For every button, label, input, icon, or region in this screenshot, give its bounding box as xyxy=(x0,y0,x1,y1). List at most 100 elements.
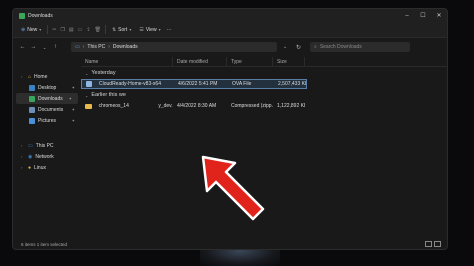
rename-icon[interactable]: ▭ xyxy=(78,27,83,33)
status-text: 6 items 1 item selected xyxy=(21,241,68,247)
column-header-name[interactable]: Name xyxy=(81,56,173,67)
maximize-icon[interactable]: ☐ xyxy=(415,9,431,22)
table-row[interactable]: chromeos_1415 y_dev... 4/4/2022 8:30 AM … xyxy=(81,101,447,111)
pin-icon: ✦ xyxy=(71,107,75,112)
search-icon: ⌕ xyxy=(314,44,317,50)
view-icon: ☰ xyxy=(139,26,144,33)
paste-icon[interactable]: ▤ xyxy=(69,27,74,33)
group-header-yesterday[interactable]: ⌄ Yesterday xyxy=(81,67,447,79)
close-icon[interactable]: ✕ xyxy=(431,9,447,22)
content-area: › ⌂ Home Desktop ✦ Downloads ✦ Documents… xyxy=(13,56,447,239)
sidebar-item-label: Network xyxy=(35,153,54,160)
sidebar-item-label: Linux xyxy=(34,164,46,171)
chevron-down-icon: ▾ xyxy=(129,27,132,32)
column-header-size[interactable]: Size xyxy=(273,56,305,67)
forward-icon[interactable]: → xyxy=(30,44,37,50)
file-name-cell: CloudReady-Home-v83-x64 xyxy=(82,81,174,87)
view-toggle xyxy=(425,241,441,247)
breadcrumb-chevron-icon: › xyxy=(82,44,85,50)
sidebar-item-label: Home xyxy=(34,73,48,80)
chevron-right-icon: › xyxy=(21,154,23,159)
sidebar-item-documents[interactable]: Documents ✦ xyxy=(13,104,81,115)
new-button[interactable]: ⊕ New ▾ xyxy=(19,27,43,33)
sidebar-item-linux[interactable]: › ● Linux xyxy=(13,162,81,173)
sidebar-item-network[interactable]: › ◉ Network xyxy=(13,151,81,162)
pictures-icon xyxy=(29,117,35,124)
view-button[interactable]: ☰ View ▾ xyxy=(137,27,162,33)
sidebar-item-pictures[interactable]: Pictures ✦ xyxy=(13,115,81,126)
linux-icon: ● xyxy=(28,164,32,171)
address-bar[interactable]: ▭ › This PC › Downloads xyxy=(71,42,277,52)
view-label: View xyxy=(145,26,157,33)
file-name-cell: chromeos_1415 y_dev... xyxy=(81,103,173,109)
group-label: Yesterday xyxy=(91,70,116,76)
breadcrumb-downloads[interactable]: Downloads xyxy=(113,44,138,50)
address-dropdown-icon[interactable]: ⌄ xyxy=(283,42,291,52)
column-headers: Name Date modified Type Size xyxy=(81,56,447,67)
chevron-right-icon: › xyxy=(21,143,23,148)
details-view-icon[interactable] xyxy=(425,241,432,247)
sidebar-item-label: Documents xyxy=(38,106,64,113)
chevron-down-icon: ⌄ xyxy=(85,70,89,76)
sort-label: Sort xyxy=(118,26,128,33)
file-type: Compressed (zipp... xyxy=(231,103,273,109)
navigation-pane: › ⌂ Home Desktop ✦ Downloads ✦ Documents… xyxy=(13,57,81,239)
sidebar-item-this-pc[interactable]: › ▭ This PC xyxy=(13,140,81,151)
chevron-down-icon: ▾ xyxy=(158,27,161,32)
delete-icon[interactable]: 🗑 xyxy=(95,27,101,33)
file-name: chromeos_1415 xyxy=(98,103,130,109)
file-explorer-window: Downloads – ☐ ✕ ⊕ New ▾ ✂ ❐ ▤ ▭ ⇪ 🗑 ⇅ So… xyxy=(12,8,448,250)
sidebar-item-label: Downloads xyxy=(38,95,63,102)
this-pc-icon: ▭ xyxy=(28,142,33,149)
pin-icon: ✦ xyxy=(68,96,72,101)
plus-icon: ⊕ xyxy=(21,26,26,33)
pin-icon: ✦ xyxy=(71,118,75,123)
column-header-date[interactable]: Date modified xyxy=(173,56,227,67)
network-icon: ◉ xyxy=(28,153,33,160)
command-bar: ⊕ New ▾ ✂ ❐ ▤ ▭ ⇪ 🗑 ⇅ Sort ▾ ☰ View ▾ ··… xyxy=(13,22,447,38)
sidebar-item-downloads[interactable]: Downloads ✦ xyxy=(16,93,78,104)
search-input[interactable]: ⌕ Search Downloads xyxy=(310,42,410,52)
refresh-icon[interactable]: ↻ xyxy=(295,44,302,51)
up-icon[interactable]: ↑ xyxy=(52,44,59,50)
file-size: 1,122,892 KB xyxy=(277,103,305,109)
file-list: Name Date modified Type Size ⌄ Yesterday… xyxy=(81,56,447,239)
group-label: Earlier this we xyxy=(91,92,126,98)
home-icon: ⌂ xyxy=(28,73,32,80)
group-header-earlier[interactable]: ⌄ Earlier this we xyxy=(81,89,447,101)
back-icon[interactable]: ← xyxy=(19,44,26,50)
status-bar: 6 items 1 item selected xyxy=(13,239,447,249)
sort-button[interactable]: ⇅ Sort ▾ xyxy=(110,27,133,33)
sidebar-item-home[interactable]: › ⌂ Home xyxy=(13,71,81,82)
search-placeholder: Search Downloads xyxy=(319,44,362,50)
file-date: 4/4/2022 8:30 AM xyxy=(177,103,217,109)
table-row[interactable]: CloudReady-Home-v83-x64 4/6/2022 5:41 PM… xyxy=(81,79,307,89)
column-header-type[interactable]: Type xyxy=(227,56,273,67)
ova-file-icon xyxy=(86,81,92,87)
title-bar: Downloads – ☐ ✕ xyxy=(13,9,447,22)
tab-downloads[interactable]: Downloads xyxy=(19,12,53,19)
copy-icon[interactable]: ❐ xyxy=(60,27,64,33)
breadcrumb-this-pc[interactable]: This PC xyxy=(87,44,105,50)
red-arrow-annotation xyxy=(201,155,265,221)
tab-title: Downloads xyxy=(28,12,53,19)
chevron-down-icon: ⌄ xyxy=(85,92,89,98)
new-label: New xyxy=(27,26,38,33)
minimize-icon[interactable]: – xyxy=(399,9,415,22)
file-name: CloudReady-Home-v83-x64 xyxy=(99,81,161,87)
file-name-tail: y_dev... xyxy=(158,103,173,109)
chevron-right-icon: › xyxy=(21,74,23,79)
downloads-icon xyxy=(19,12,25,19)
sidebar-item-label: This PC xyxy=(35,142,54,149)
more-options-button[interactable]: ··· xyxy=(167,27,172,33)
file-date: 4/6/2022 5:41 PM xyxy=(178,81,218,87)
tiles-view-icon[interactable] xyxy=(434,241,441,247)
address-row: ← → ⌄ ↑ ▭ › This PC › Downloads ⌄ ↻ ⌕ Se… xyxy=(13,38,447,56)
cut-icon[interactable]: ✂ xyxy=(52,27,56,33)
recent-icon[interactable]: ⌄ xyxy=(41,45,48,50)
sidebar-item-desktop[interactable]: Desktop ✦ xyxy=(13,82,81,93)
share-icon[interactable]: ⇪ xyxy=(86,27,90,33)
file-size: 2,507,433 KB xyxy=(278,81,306,87)
documents-icon xyxy=(29,106,35,113)
sidebar-item-label: Pictures xyxy=(38,117,57,124)
